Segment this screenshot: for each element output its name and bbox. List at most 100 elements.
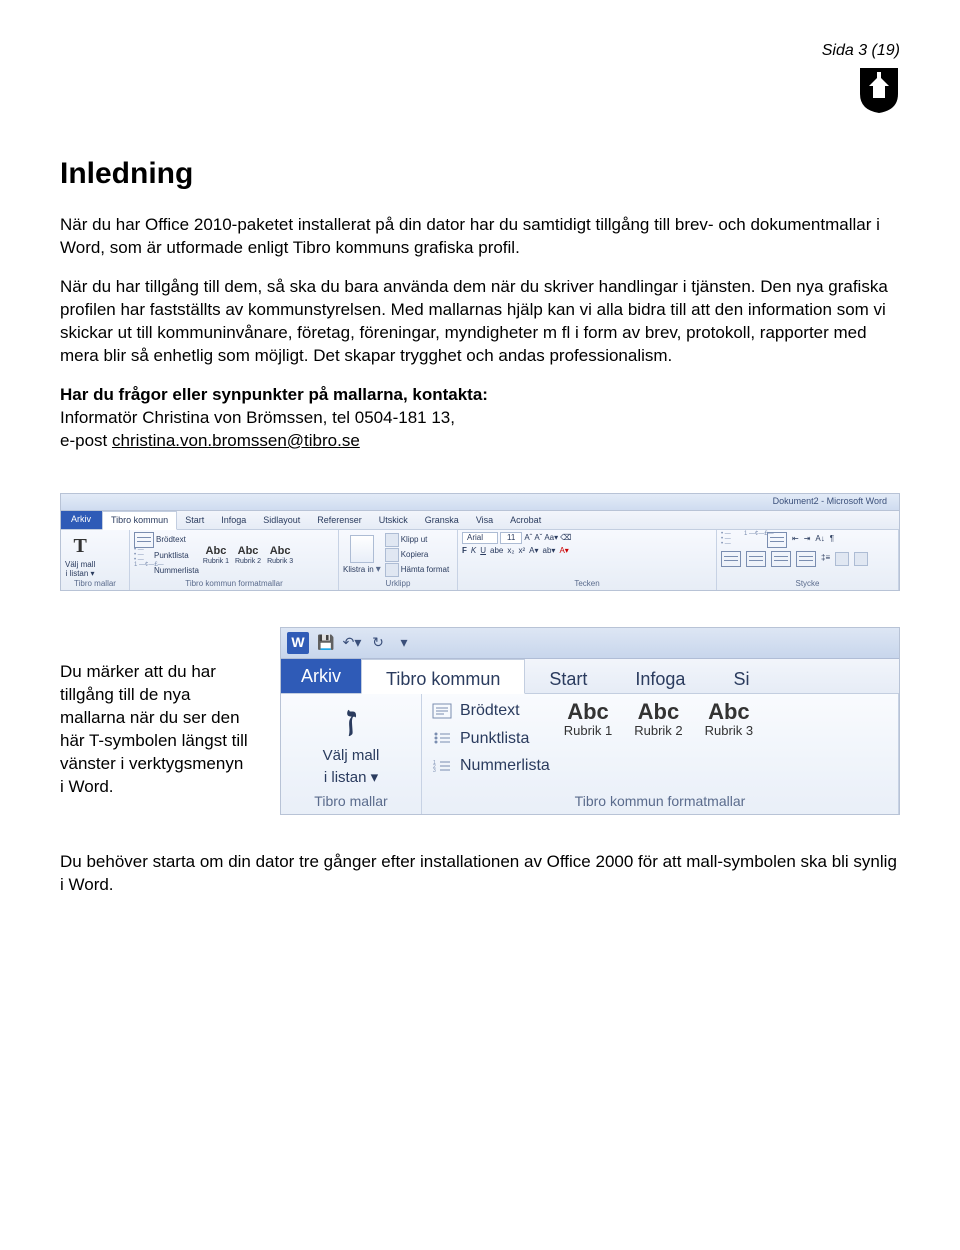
tab-sidlayout[interactable]: Sidlayout [255,511,309,529]
zoom-tab-si[interactable]: Si [709,659,773,693]
window-title: Dokument2 - Microsoft Word [773,497,887,507]
word-app-icon[interactable]: W [287,632,309,654]
contact-line-2-prefix: e-post [60,431,112,450]
highlight-button[interactable]: ab▾ [543,547,556,556]
line-spacing-button[interactable]: ‡≡ [821,554,830,563]
shrink-font-button[interactable]: Aˇ [534,534,542,543]
zoomed-section: Du märker att du har tillgång till de ny… [60,627,900,815]
choose-template-button[interactable]: T Välj mall i listan ▾ [65,532,95,580]
group-label-tecken: Tecken [462,579,712,589]
group-label-formatmallar: Tibro kommun formatmallar [134,579,334,589]
paste-label: Klistra in [343,564,381,575]
group-label-tibro-mallar: Tibro mallar [65,579,125,589]
zoom-style-nummerlista[interactable]: 123 Nummerlista [432,755,550,777]
rubrik-2-button[interactable]: AbcRubrik 2 [235,545,261,565]
align-center-button[interactable] [746,551,766,567]
tab-infoga[interactable]: Infoga [213,511,255,529]
zoom-tab-tibro-kommun[interactable]: Tibro kommun [361,659,525,694]
numbering-button[interactable] [744,533,762,547]
align-right-button[interactable] [771,551,791,567]
zoom-group-formatmallar: Brödtext Punktlista 123 Nummerlista AbcR… [422,694,899,814]
style-brodtext[interactable]: Brödtext [134,532,199,548]
qat-customize-icon[interactable]: ▾ [395,634,413,652]
tab-acrobat[interactable]: Acrobat [502,511,550,529]
style-list: Brödtext Punktlista Nummerlista [134,532,199,578]
paste-icon [350,535,374,563]
save-icon[interactable]: 💾 [317,634,335,652]
tab-granska[interactable]: Granska [417,511,468,529]
rubrik-3-button[interactable]: AbcRubrik 3 [267,545,293,565]
contact-email: christina.von.bromssen@tibro.se [112,431,360,450]
zoom-rubrik-3-button[interactable]: AbcRubrik 3 [705,700,753,738]
font-size-select[interactable]: 11 [500,532,522,545]
rubrik-1-button[interactable]: AbcRubrik 1 [203,545,229,565]
zoom-rubrik-buttons: AbcRubrik 1 AbcRubrik 2 AbcRubrik 3 [564,700,753,738]
sort-button[interactable]: A↓ [815,535,824,544]
copy-button[interactable]: Kopiera [385,548,449,562]
clear-formatting-button[interactable]: ⌫ [560,534,571,543]
zoom-caption: Du märker att du har tillgång till de ny… [60,627,250,799]
brush-icon [385,563,399,577]
scissors-icon [385,533,399,547]
paste-button[interactable]: Klistra in [343,535,381,575]
group-urklipp: Klistra in Klipp ut Kopiera Hämta format… [339,530,458,590]
font-format-row: F K U abe x₂ x² A▾ ab▾ A▾ [462,547,569,556]
change-case-button[interactable]: Aa▾ [544,534,558,543]
tab-arkiv[interactable]: Arkiv [61,511,102,529]
tab-utskick[interactable]: Utskick [371,511,417,529]
underline-button[interactable]: U [480,547,486,556]
font-row: Arial 11 Aˆ Aˇ Aa▾ ⌫ [462,532,571,545]
format-painter-button[interactable]: Hämta format [385,563,449,577]
group-tecken: Arial 11 Aˆ Aˇ Aa▾ ⌫ F K U abe x₂ x² A▾ … [458,530,717,590]
increase-indent-button[interactable]: ⇥ [804,535,811,544]
cut-button[interactable]: Klipp ut [385,533,449,547]
zoom-rubrik-2-button[interactable]: AbcRubrik 2 [634,700,682,738]
bullets-icon [134,549,152,563]
grow-font-button[interactable]: Aˆ [524,534,532,543]
style-nummerlista[interactable]: Nummerlista [134,564,199,578]
numbered-icon [134,564,152,578]
borders-button[interactable] [854,552,868,566]
tab-visa[interactable]: Visa [468,511,502,529]
tab-tibro-kommun[interactable]: Tibro kommun [102,511,177,530]
strike-button[interactable]: abe [490,547,503,556]
zoom-style-brodtext[interactable]: Brödtext [432,700,550,722]
zoom-tibro-t-icon: ז [345,700,357,744]
window-titlebar: Dokument2 - Microsoft Word [61,494,899,511]
contact-heading: Har du frågor eller synpunkter på mallar… [60,385,488,404]
superscript-button[interactable]: x² [518,547,525,556]
tab-referenser[interactable]: Referenser [309,511,371,529]
logo-row [60,66,900,114]
italic-button[interactable]: K [471,547,476,556]
bold-button[interactable]: F [462,547,467,556]
bullets-button[interactable] [721,533,739,547]
redo-icon[interactable]: ↻ [369,634,387,652]
zoom-rubrik-1-button[interactable]: AbcRubrik 1 [564,700,612,738]
multilevel-button[interactable] [767,532,787,548]
zoom-tab-infoga[interactable]: Infoga [611,659,709,693]
shading-button[interactable] [835,552,849,566]
tab-start[interactable]: Start [177,511,213,529]
group-label-urklipp: Urklipp [343,579,453,589]
undo-icon[interactable]: ↶▾ [343,634,361,652]
zoom-group-tibro-mallar: ז Välj mall i listan ▾ Tibro mallar [281,694,422,814]
align-left-button[interactable] [721,551,741,567]
quick-access-toolbar: W 💾 ↶▾ ↻ ▾ [281,628,899,659]
zoom-choose-template-button[interactable]: ז Välj mall i listan ▾ [323,700,380,789]
intro-paragraph-1: När du har Office 2010-paketet installer… [60,214,900,260]
intro-paragraph-2: När du har tillgång till dem, så ska du … [60,276,900,368]
justify-button[interactable] [796,551,816,567]
group-formatmallar: Brödtext Punktlista Nummerlista AbcRubri… [130,530,339,590]
decrease-indent-button[interactable]: ⇤ [792,535,799,544]
zoom-tab-start[interactable]: Start [525,659,611,693]
zoom-choose-template-label-1: Välj mall [323,746,380,766]
style-punktlista[interactable]: Punktlista [134,549,199,563]
show-marks-button[interactable]: ¶ [830,535,834,544]
text-effects-button[interactable]: A▾ [529,547,538,556]
font-color-button[interactable]: A▾ [559,547,568,556]
font-name-select[interactable]: Arial [462,532,498,545]
subscript-button[interactable]: x₂ [507,547,514,556]
page-title: Inledning [60,154,900,195]
zoom-tab-arkiv[interactable]: Arkiv [281,659,361,693]
zoom-style-punktlista[interactable]: Punktlista [432,728,550,750]
